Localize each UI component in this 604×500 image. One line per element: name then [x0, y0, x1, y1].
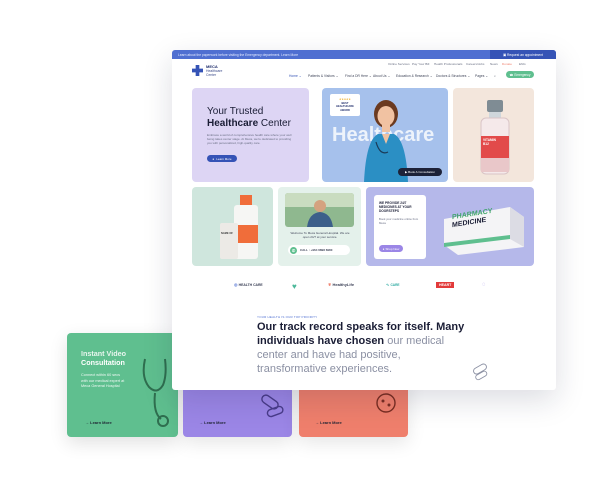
- bottle-illustration: [220, 195, 258, 259]
- product-bottle-image: NAME OF: [192, 187, 273, 266]
- hero-card: Your Trusted Healthcare Center Embrace a…: [192, 88, 309, 182]
- learn-more-link[interactable]: → Learn More: [199, 420, 226, 425]
- hero-title: Your Trusted Healthcare Center: [207, 106, 291, 129]
- bottle-label: NAME OF: [221, 232, 233, 235]
- welcome-text: Welcome To Meca General Hospital. We are…: [290, 231, 350, 240]
- logo-cross-icon: [192, 65, 203, 76]
- util-online-services[interactable]: Online Services: [388, 62, 410, 66]
- pills-icon: [261, 394, 284, 418]
- learn-more-link[interactable]: → Learn More: [85, 420, 112, 425]
- pharmacy-subtitle: Book your medicine online from Meca: [379, 217, 419, 225]
- nav-doctors[interactable]: Doctors & Structures ⌄: [436, 74, 470, 78]
- hero-subtitle: Embrace a world of comprehensive health …: [207, 133, 292, 146]
- shop-now-button[interactable]: ● Shop Now: [379, 245, 403, 252]
- card-text: Connect within 60 secs with our medical …: [81, 373, 125, 388]
- phone-icon: ✆: [290, 246, 297, 254]
- brand-logo-icon: ❦: [328, 282, 332, 287]
- nav-home[interactable]: Home ⌄: [289, 74, 301, 78]
- nav-pages[interactable]: Pages ⌄: [475, 74, 488, 78]
- top-notice-bar: Learn about the paperwork before visitin…: [172, 50, 556, 59]
- capsule-icon: [473, 363, 488, 381]
- search-icon[interactable]: ⌕: [494, 74, 496, 78]
- util-pay-bill[interactable]: Pay Your Bill: [412, 62, 429, 66]
- call-button[interactable]: ✆ CALL : +964 6898 6980: [288, 245, 350, 255]
- track-record-heading: Our track record speaks for itself. Many…: [257, 321, 465, 375]
- stethoscope-icon: [142, 358, 169, 427]
- video-consultation-card[interactable]: Instant Video Consultation Connect withi…: [67, 333, 178, 437]
- learn-more-link[interactable]: → Learn More: [315, 420, 342, 425]
- book-consultation-button[interactable]: ▶ Book A Consultation: [398, 168, 442, 176]
- award-badge: ★★★★★ BEST HEALTHCARE AWARD: [330, 94, 360, 116]
- vitamin-vial-image: VITAMIN B12: [453, 88, 534, 182]
- nav-patients[interactable]: Patients & Visitors ⌄: [308, 74, 338, 78]
- brand-healthylife: ❦ HealthyLife: [328, 282, 355, 287]
- brand-logo-icon: ◎: [234, 282, 238, 287]
- nav-find-dr[interactable]: Find a DR Here ⌄: [345, 74, 372, 78]
- brand-health-care: ◎ HEALTH CARE: [234, 282, 263, 287]
- welcome-card: Welcome To Meca General Hospital. We are…: [278, 187, 361, 266]
- notice-text[interactable]: Learn about the paperwork before visitin…: [178, 53, 298, 57]
- language-select[interactable]: ENG: [519, 62, 526, 66]
- virus-icon: [376, 393, 396, 413]
- hero-learn-more-button[interactable]: ● Learn More: [207, 155, 237, 162]
- card-title: Instant Video Consultation: [81, 349, 126, 367]
- pharmacy-heading: WE PROVIDE 24/7 MEDICINES AT YOUR DOORST…: [379, 201, 412, 214]
- nav-about[interactable]: About Us ⌄: [373, 74, 390, 78]
- util-health-professionals[interactable]: Health Professionals: [434, 62, 462, 66]
- emergency-button[interactable]: ☎ Emergency: [506, 71, 534, 78]
- brand-heart: HEART: [436, 282, 455, 288]
- doctor-photo: [285, 193, 354, 227]
- section-eyebrow: YOUR HEALTH IS OUR TOP PRIORITY: [257, 315, 318, 319]
- brand-logo-icon: ◌: [482, 282, 486, 288]
- brand-care: ∿ CARE: [386, 282, 400, 287]
- nav-education[interactable]: Education & Research ⌄: [396, 74, 433, 78]
- util-careers[interactable]: Careers/Jobs: [466, 62, 484, 66]
- pharmacy-info: WE PROVIDE 24/7 MEDICINES AT YOUR DOORST…: [374, 195, 426, 259]
- website-window: Learn about the paperwork before visitin…: [172, 50, 556, 390]
- util-news[interactable]: News: [490, 62, 498, 66]
- brand-heart-icon: ♥: [292, 282, 297, 291]
- util-donate[interactable]: Donate: [502, 62, 512, 66]
- hero-nurse-image: ★★★★★ BEST HEALTHCARE AWARD Healthcare ▶…: [322, 88, 448, 182]
- request-appointment-button[interactable]: ▣ Request an appointment: [490, 50, 556, 59]
- vial-label: VITAMIN B12: [483, 138, 496, 146]
- pharmacy-card: WE PROVIDE 24/7 MEDICINES AT YOUR DOORST…: [366, 187, 534, 266]
- logo-text[interactable]: MECA Healthcare Center: [206, 65, 222, 78]
